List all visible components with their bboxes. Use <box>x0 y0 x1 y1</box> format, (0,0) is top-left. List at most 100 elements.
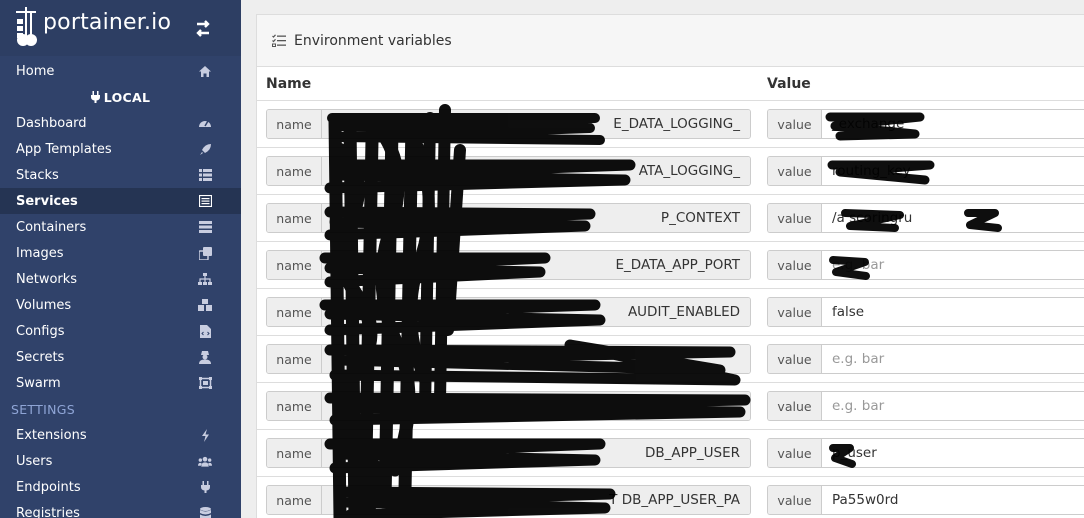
object-group-icon <box>198 376 212 390</box>
sidebar-item-secrets[interactable]: Secrets <box>0 344 241 370</box>
tachometer-icon <box>198 116 212 130</box>
env-name-input[interactable] <box>322 345 750 373</box>
sidebar-item-label: Endpoints <box>16 479 81 495</box>
database-icon <box>198 506 212 518</box>
value-addon: value <box>768 157 822 185</box>
env-value-input[interactable]: Pa55w0rd <box>822 486 1084 514</box>
env-value-input-group: value/a scoringru <box>767 203 1084 233</box>
value-addon: value <box>768 110 822 138</box>
endpoint-label: LOCAL <box>103 89 151 105</box>
endpoint-title: LOCAL <box>0 84 241 110</box>
env-name-input[interactable]: E_DATA_APP_PORT <box>322 251 750 279</box>
env-name-input[interactable]: AUDIT_ENABLED <box>322 298 750 326</box>
sidebar-item-label: Services <box>16 193 78 209</box>
sidebar-item-label: App Templates <box>16 141 112 157</box>
sidebar-item-registries[interactable]: Registries <box>0 500 241 518</box>
value-addon: value <box>768 204 822 232</box>
env-name-input[interactable]: E_DATA_LOGGING_ <box>322 110 750 138</box>
env-value-input-group: value routing_key <box>767 156 1084 186</box>
sidebar-item-configs[interactable]: Configs <box>0 318 241 344</box>
sidebar-item-label: Containers <box>16 219 87 235</box>
env-row: name E_DATA_APP_PORT value e.g. bar <box>257 242 1084 289</box>
env-value-input-group: value false <box>767 297 1084 327</box>
name-addon: name <box>267 110 322 138</box>
sidebar-item-home[interactable]: Home <box>0 58 241 84</box>
env-name-input-group: name <box>266 391 751 421</box>
name-addon: name <box>267 157 322 185</box>
name-addon: name <box>267 439 322 467</box>
value-addon: value <box>768 298 822 326</box>
sidebar-item-stacks[interactable]: Stacks <box>0 162 241 188</box>
sidebar-item-label: Home <box>16 63 55 79</box>
name-addon: name <box>267 486 322 514</box>
sidebar-item-label: Images <box>16 245 64 261</box>
value-addon: value <box>768 439 822 467</box>
column-header-name: Name <box>266 75 312 92</box>
env-name-input[interactable] <box>322 392 750 420</box>
env-name-input-group: name T DB_APP_USER_PA <box>266 485 751 515</box>
env-value-input[interactable]: /a scoringru <box>822 204 1084 232</box>
env-value-input[interactable]: p_user <box>822 439 1084 467</box>
env-row: name P_CONTEXT value/a scoringru <box>257 195 1084 242</box>
sidebar-item-label: Users <box>16 453 53 469</box>
env-value-input[interactable]: e.g. bar <box>822 345 1084 373</box>
sidebar-item-label: Extensions <box>16 427 87 443</box>
brand-bar: portainer.io <box>0 0 241 56</box>
clone-icon <box>198 246 212 260</box>
env-value-input[interactable]: e.g. bar <box>822 392 1084 420</box>
portainer-logo-icon[interactable] <box>14 7 42 47</box>
plug-icon <box>90 91 100 103</box>
env-value-input[interactable]: _exchange <box>822 110 1084 138</box>
brand-name[interactable]: portainer.io <box>43 10 171 35</box>
sidebar-item-networks[interactable]: Networks <box>0 266 241 292</box>
env-row: name value e.g. bar <box>257 383 1084 430</box>
sidebar-item-swarm[interactable]: Swarm <box>0 370 241 396</box>
env-value-input-group: value p_user <box>767 438 1084 468</box>
env-name-input-group: name E_DATA_LOGGING_ <box>266 109 751 139</box>
env-row: name T DB_APP_USER_PA value Pa55w0rd <box>257 477 1084 518</box>
env-row: name AUDIT_ENABLED value false <box>257 289 1084 336</box>
value-addon: value <box>768 486 822 514</box>
sidebar-item-users[interactable]: Users <box>0 448 241 474</box>
env-name-input-group: name E_DATA_APP_PORT <box>266 250 751 280</box>
env-name-input[interactable]: T DB_APP_USER_PA <box>322 486 750 514</box>
env-row: name value e.g. bar <box>257 336 1084 383</box>
users-icon <box>198 454 212 468</box>
file-code-icon <box>198 324 212 338</box>
sidebar-item-dashboard[interactable]: Dashboard <box>0 110 241 136</box>
sidebar-item-services[interactable]: Services <box>0 188 241 214</box>
value-addon: value <box>768 251 822 279</box>
sidebar-item-extensions[interactable]: Extensions <box>0 422 241 448</box>
table-header: Name Value <box>257 67 1084 101</box>
sidebar-item-label: Volumes <box>16 297 72 313</box>
sitemap-icon <box>198 272 212 286</box>
env-value-input[interactable]: false <box>822 298 1084 326</box>
sidebar-item-label: Stacks <box>16 167 59 183</box>
user-secret-icon <box>198 350 212 364</box>
env-value-input[interactable]: e.g. bar <box>822 251 1084 279</box>
settings-section-title: SETTINGS <box>11 401 75 417</box>
env-name-input-group: name <box>266 344 751 374</box>
env-row: name E_DATA_LOGGING_ value _exchange <box>257 101 1084 148</box>
name-addon: name <box>267 392 322 420</box>
swap-arrows-icon[interactable] <box>193 20 213 38</box>
env-name-input[interactable]: P_CONTEXT <box>322 204 750 232</box>
sidebar-item-endpoints[interactable]: Endpoints <box>0 474 241 500</box>
name-addon: name <box>267 298 322 326</box>
sidebar-item-images[interactable]: Images <box>0 240 241 266</box>
env-value-input-group: value e.g. bar <box>767 344 1084 374</box>
sidebar-item-app-templates[interactable]: App Templates <box>0 136 241 162</box>
sidebar-item-containers[interactable]: Containers <box>0 214 241 240</box>
sidebar-item-label: Networks <box>16 271 78 287</box>
env-name-input[interactable]: DB_APP_USER <box>322 439 750 467</box>
panel-title: Environment variables <box>294 32 452 49</box>
value-addon: value <box>768 345 822 373</box>
env-value-input-group: value _exchange <box>767 109 1084 139</box>
env-value-input[interactable]: routing_key <box>822 157 1084 185</box>
list-alt-icon <box>198 194 212 208</box>
env-row: name ATA_LOGGING_ value routing_key <box>257 148 1084 195</box>
panel-header: Environment variables <box>257 15 1084 67</box>
sidebar-item-volumes[interactable]: Volumes <box>0 292 241 318</box>
env-name-input[interactable]: ATA_LOGGING_ <box>322 157 750 185</box>
sidebar-item-label: Swarm <box>16 375 61 391</box>
